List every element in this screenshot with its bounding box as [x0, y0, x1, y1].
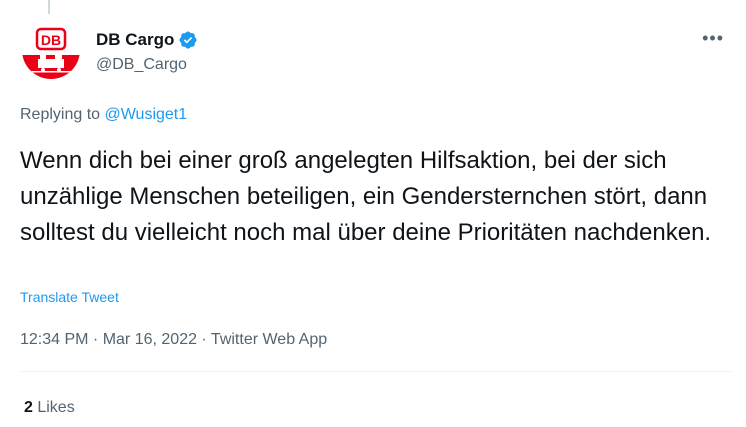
verified-badge-icon	[178, 30, 198, 50]
replying-to-label: Replying to	[20, 106, 105, 123]
db-cargo-logo-icon: DB	[22, 21, 80, 79]
likes-label: Likes	[32, 399, 75, 416]
tweet-text: Wenn dich bei einer groß angelegten Hilf…	[20, 147, 712, 246]
author-name[interactable]: DB Cargo	[96, 30, 174, 50]
replying-to: Replying to @Wusiget1	[20, 106, 187, 124]
svg-text:DB: DB	[41, 32, 61, 48]
more-horizontal-icon: •••	[702, 28, 724, 48]
likes-count-link[interactable]: 2 Likes	[24, 399, 75, 417]
reply-target-link[interactable]: @Wusiget1	[105, 106, 188, 123]
divider	[20, 371, 732, 372]
author-name-row: DB Cargo	[96, 30, 198, 50]
tweet-source[interactable]: Twitter Web App	[211, 331, 327, 348]
tweet-metadata: 12:34 PM · Mar 16, 2022 · Twitter Web Ap…	[20, 331, 327, 349]
meta-separator: ·	[88, 331, 103, 348]
tweet-date[interactable]: Mar 16, 2022	[103, 331, 197, 348]
more-options-button[interactable]: •••	[702, 28, 724, 49]
translate-tweet-link[interactable]: Translate Tweet	[20, 289, 119, 305]
likes-count: 2	[24, 399, 33, 416]
tweet-time[interactable]: 12:34 PM	[20, 331, 88, 348]
thread-connector-line	[48, 0, 50, 14]
author-handle[interactable]: @DB_Cargo	[96, 56, 187, 74]
meta-separator: ·	[196, 331, 211, 348]
avatar[interactable]: DB	[22, 21, 80, 79]
